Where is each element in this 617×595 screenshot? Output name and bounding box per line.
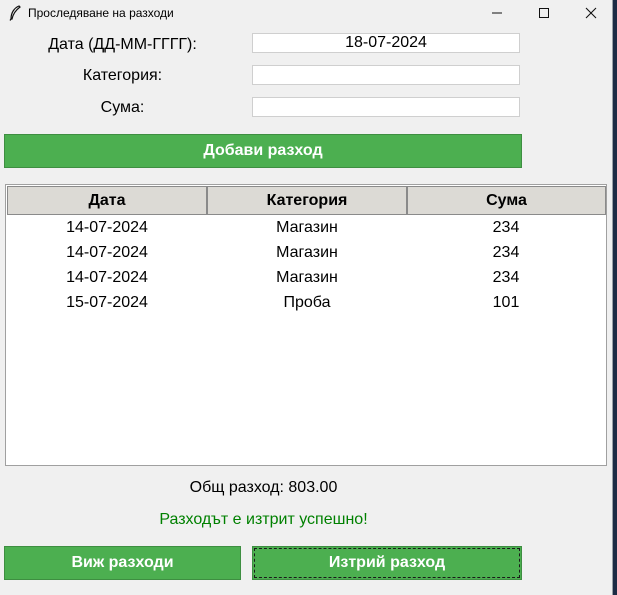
- expenses-table[interactable]: Дата Категория Сума 14-07-2024 Магазин 2…: [5, 184, 607, 466]
- delete-expense-button[interactable]: Изтрий разход: [252, 546, 522, 580]
- app-window: Проследяване на разходи Дата (ДД-ММ-ГГГГ…: [0, 0, 613, 595]
- window-title: Проследяване на разходи: [28, 6, 174, 20]
- cell-date: 15-07-2024: [66, 294, 148, 311]
- cell-date: 14-07-2024: [66, 219, 148, 236]
- column-header-category[interactable]: Категория: [207, 186, 407, 215]
- table-row[interactable]: 15-07-2024 Проба 101: [7, 290, 605, 315]
- cell-amount: 234: [492, 244, 520, 261]
- add-expense-button[interactable]: Добави разход: [4, 134, 522, 168]
- cell-date: 14-07-2024: [66, 244, 148, 261]
- close-icon: [585, 7, 597, 19]
- cell-amount: 234: [492, 219, 520, 236]
- date-label: Дата (ДД-ММ-ГГГГ):: [48, 36, 197, 53]
- maximize-icon: [539, 8, 549, 18]
- maximize-button[interactable]: [521, 0, 567, 26]
- amount-label: Сума:: [100, 99, 145, 116]
- title-bar[interactable]: Проследяване на разходи: [0, 0, 612, 26]
- category-label: Категория:: [82, 67, 163, 84]
- cell-category: Проба: [283, 294, 331, 311]
- view-expenses-button[interactable]: Виж разходи: [4, 546, 241, 580]
- date-input[interactable]: [252, 33, 520, 53]
- category-input[interactable]: [252, 65, 520, 85]
- status-message: Разходът е изтрит успешно!: [159, 511, 368, 528]
- amount-input[interactable]: [252, 97, 520, 117]
- cell-category: Магазин: [276, 244, 338, 261]
- total-expense-label: Общ разход: 803.00: [189, 479, 338, 496]
- table-row[interactable]: 14-07-2024 Магазин 234: [7, 265, 605, 290]
- cell-category: Магазин: [276, 219, 338, 236]
- column-header-amount[interactable]: Сума: [407, 186, 606, 215]
- close-button[interactable]: [568, 0, 614, 26]
- table-row[interactable]: 14-07-2024 Магазин 234: [7, 215, 605, 240]
- feather-icon: [9, 5, 21, 21]
- cell-amount: 234: [492, 269, 520, 286]
- minimize-icon: [492, 12, 502, 14]
- cell-category: Магазин: [276, 269, 338, 286]
- cell-amount: 101: [492, 294, 520, 311]
- column-header-date[interactable]: Дата: [7, 186, 207, 215]
- cell-date: 14-07-2024: [66, 269, 148, 286]
- table-row[interactable]: 14-07-2024 Магазин 234: [7, 240, 605, 265]
- minimize-button[interactable]: [474, 0, 520, 26]
